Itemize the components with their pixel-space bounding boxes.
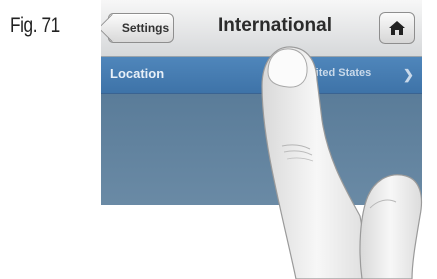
figure-label: Fig. 71 bbox=[10, 14, 60, 37]
screen-background bbox=[101, 94, 422, 205]
back-button-label: Settings bbox=[121, 21, 170, 35]
home-button[interactable] bbox=[379, 12, 415, 44]
chevron-right-icon: ❯ bbox=[403, 67, 414, 82]
iphone-screen: Settings International Location United S… bbox=[101, 0, 422, 205]
list-item-location[interactable]: Location United States ❯ bbox=[101, 57, 422, 94]
location-value: United States bbox=[301, 67, 372, 79]
settings-back-button[interactable]: Settings bbox=[108, 13, 174, 43]
location-label: Location bbox=[110, 66, 165, 81]
home-icon bbox=[389, 21, 405, 35]
page-title: International bbox=[217, 15, 332, 36]
navigation-bar: Settings International bbox=[101, 0, 422, 57]
